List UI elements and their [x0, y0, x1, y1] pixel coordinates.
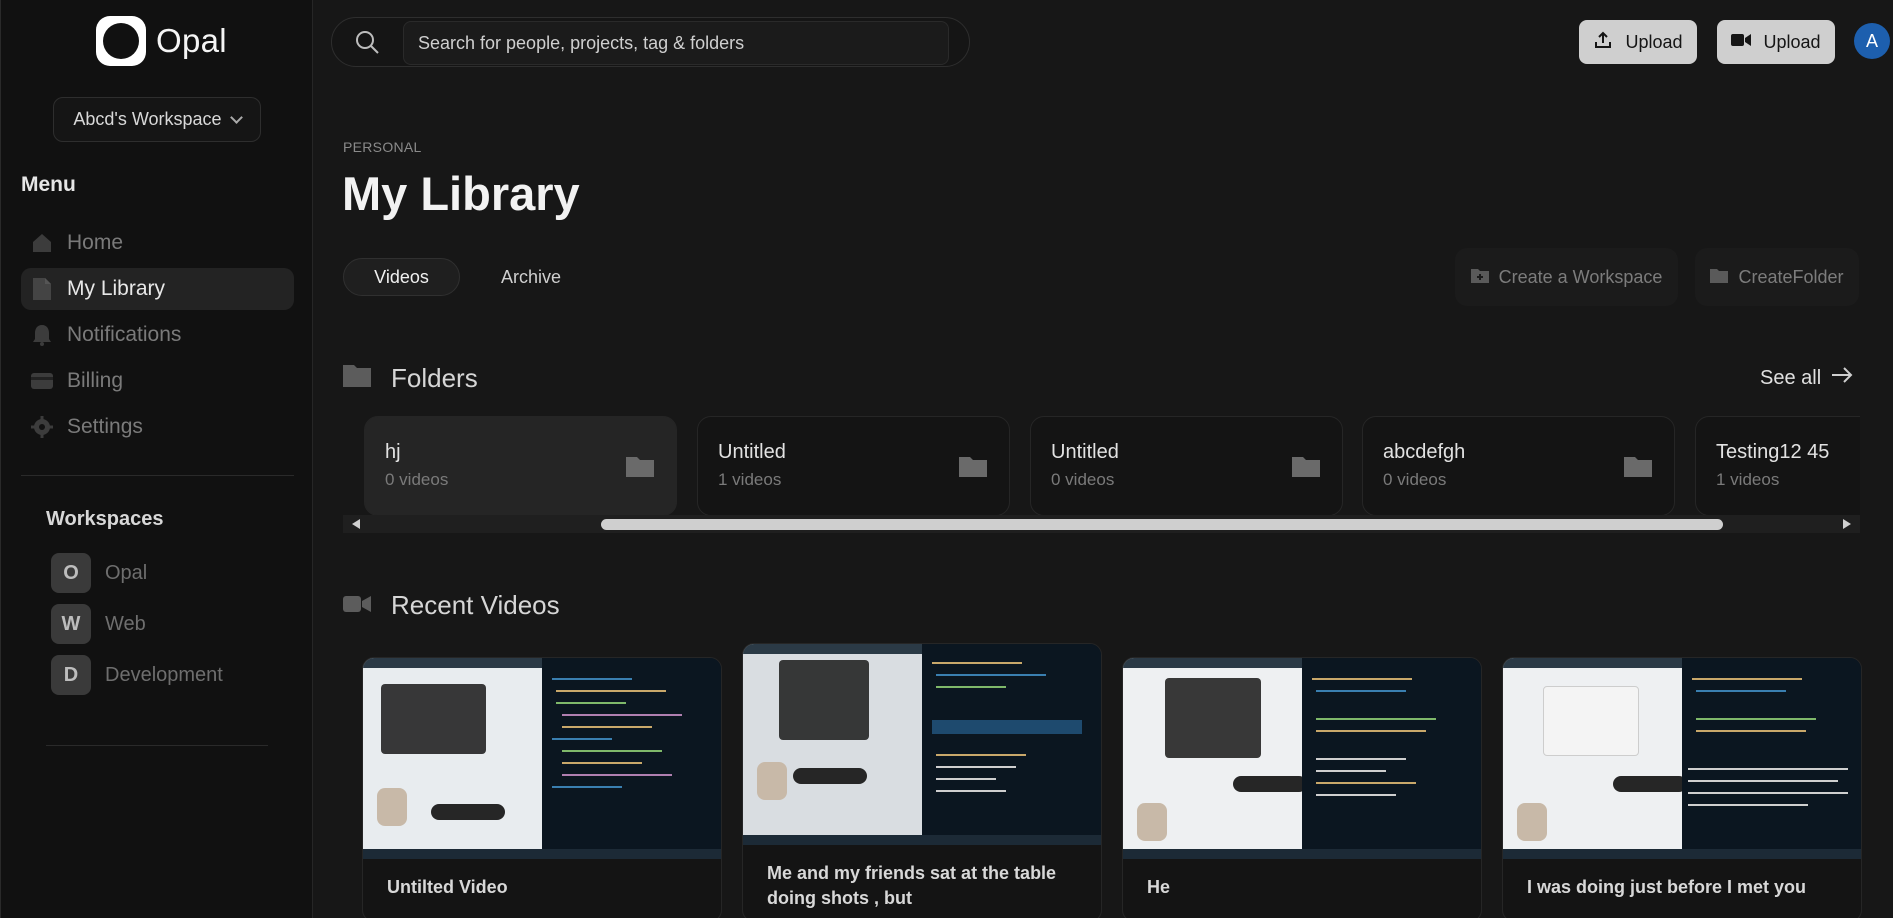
gear-icon	[29, 414, 55, 440]
upload-button[interactable]: Upload	[1579, 20, 1697, 64]
create-workspace-label: Create a Workspace	[1498, 266, 1663, 287]
folder-card[interactable]: abcdefgh 0 videos	[1362, 416, 1675, 516]
sidebar-item-billing[interactable]: Billing	[21, 360, 294, 402]
see-all-label: See all	[1760, 366, 1822, 389]
tab-videos[interactable]: Videos	[343, 258, 460, 296]
create-folder-label: CreateFolder	[1738, 266, 1844, 287]
folder-card[interactable]: Untitled 1 videos	[697, 416, 1010, 516]
video-title: He	[1147, 877, 1171, 897]
app-logo[interactable]: Opal	[96, 16, 227, 66]
video-thumbnail	[1503, 658, 1861, 859]
video-thumbnail	[363, 658, 721, 859]
recent-videos-heading: Recent Videos	[343, 590, 560, 621]
workspace-selector[interactable]: Abcd's Workspace	[53, 97, 261, 142]
sidebar-item-label: Billing	[67, 369, 124, 392]
sidebar-divider	[21, 475, 294, 476]
video-thumbnail	[743, 644, 1101, 845]
search-icon[interactable]	[332, 29, 402, 55]
bell-icon	[29, 322, 55, 348]
folder-icon	[959, 455, 987, 482]
workspace-selector-label: Abcd's Workspace	[73, 109, 222, 129]
video-title: I was doing just before I met you	[1527, 877, 1807, 897]
create-workspace-button[interactable]: Create a Workspace	[1455, 248, 1678, 306]
search-input[interactable]	[403, 21, 949, 65]
search-bar	[331, 17, 970, 67]
upload-recording-button[interactable]: Upload	[1717, 20, 1835, 64]
home-icon	[29, 230, 55, 256]
video-title: Untilted Video	[387, 877, 508, 897]
avatar[interactable]: A	[1854, 23, 1890, 59]
arrow-right-icon	[1831, 366, 1853, 390]
upload-button-label: Upload	[1625, 31, 1683, 52]
video-thumbnail	[1123, 658, 1481, 859]
upload-recording-label: Upload	[1763, 31, 1821, 52]
video-card[interactable]: Untilted Video	[362, 657, 722, 918]
sidebar-nav: Home My Library Notifications Billing Se…	[21, 222, 294, 452]
workspace-item-development[interactable]: D Development	[51, 655, 223, 695]
workspace-badge: W	[51, 604, 91, 644]
chevron-down-icon	[229, 110, 243, 124]
section-eyebrow: PERSONAL	[343, 139, 422, 155]
app-name: Opal	[156, 22, 227, 59]
folder-icon	[1292, 455, 1320, 482]
video-card[interactable]: Me and my friends sat at the table doing…	[742, 643, 1102, 918]
folders-heading: Folders	[343, 363, 478, 394]
scroll-left-icon[interactable]	[352, 519, 360, 529]
sidebar: Opal Abcd's Workspace Menu Home My Libra…	[0, 0, 313, 918]
workspace-list: O Opal W Web D Development	[51, 553, 223, 706]
video-card[interactable]: I was doing just before I met you	[1502, 657, 1862, 918]
sidebar-divider	[46, 745, 268, 746]
video-camera-icon	[343, 590, 371, 621]
folder-video-count: 1 videos	[1716, 470, 1780, 489]
workspace-badge: D	[51, 655, 91, 695]
page-title: My Library	[342, 167, 580, 220]
upload-icon	[1593, 30, 1613, 55]
folder-card[interactable]: Untitled 0 videos	[1030, 416, 1343, 516]
workspace-name: Web	[105, 612, 146, 635]
tab-archive[interactable]: Archive	[478, 258, 584, 296]
sidebar-item-home[interactable]: Home	[21, 222, 294, 264]
sidebar-item-label: Settings	[67, 415, 143, 438]
workspace-name: Development	[105, 663, 223, 686]
sidebar-item-notifications[interactable]: Notifications	[21, 314, 294, 356]
create-folder-button[interactable]: CreateFolder	[1695, 248, 1859, 306]
opal-logo-icon	[96, 16, 146, 66]
video-title: Me and my friends sat at the table doing…	[767, 863, 1057, 908]
workspace-item-web[interactable]: W Web	[51, 604, 223, 644]
folder-scrollbar[interactable]	[343, 515, 1860, 533]
workspace-item-opal[interactable]: O Opal	[51, 553, 223, 593]
folder-card[interactable]: hj 0 videos	[364, 416, 677, 516]
menu-title: Menu	[21, 173, 76, 196]
sidebar-item-settings[interactable]: Settings	[21, 406, 294, 448]
document-icon	[29, 276, 55, 302]
folder-icon	[626, 455, 654, 482]
credit-card-icon	[29, 368, 55, 394]
scroll-right-icon[interactable]	[1843, 519, 1851, 529]
folders-title: Folders	[391, 363, 478, 393]
workspaces-title: Workspaces	[46, 508, 164, 530]
video-camera-icon	[1731, 32, 1752, 53]
folder-card[interactable]: Testing12 45 1 videos	[1695, 416, 1860, 516]
video-card[interactable]: He	[1122, 657, 1482, 918]
workspace-badge: O	[51, 553, 91, 593]
sidebar-item-label: Home	[67, 231, 124, 254]
recent-videos-title: Recent Videos	[391, 590, 560, 620]
folder-icon	[343, 363, 371, 394]
sidebar-item-label: My Library	[67, 277, 166, 300]
workspace-name: Opal	[105, 561, 148, 584]
see-all-link[interactable]: See all	[1760, 366, 1853, 390]
sidebar-item-label: Notifications	[67, 323, 182, 346]
folder-plus-icon	[1470, 267, 1489, 288]
folder-icon	[1624, 455, 1652, 482]
folder-icon	[1710, 267, 1729, 288]
scrollbar-thumb[interactable]	[601, 519, 1723, 530]
sidebar-item-my-library[interactable]: My Library	[21, 268, 294, 310]
folder-name: Testing12 45	[1716, 441, 1830, 463]
